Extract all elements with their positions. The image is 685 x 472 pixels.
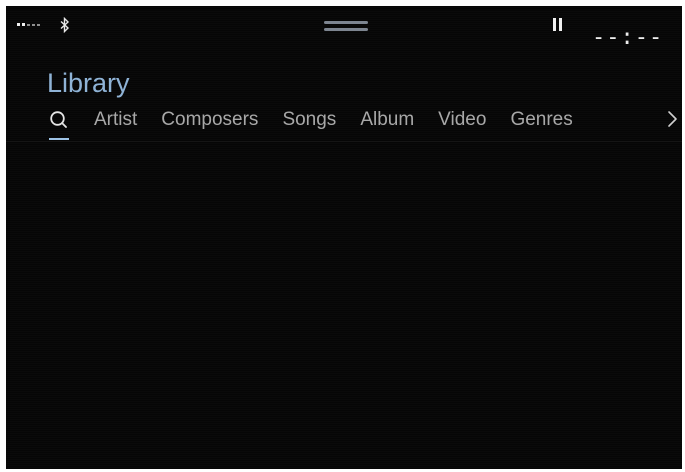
signal-strength-icon [17, 23, 40, 26]
media-screen: --:-- Library Artist Composers Songs Alb… [6, 6, 682, 469]
clock: --:-- [592, 25, 664, 50]
tab-album[interactable]: Album [360, 108, 414, 132]
tab-bar: Artist Composers Songs Album Video Genre… [42, 100, 597, 140]
search-icon [50, 111, 67, 128]
status-bar: --:-- [6, 6, 682, 62]
tab-genres[interactable]: Genres [510, 108, 572, 132]
tab-video[interactable]: Video [438, 108, 486, 132]
pause-icon[interactable] [553, 18, 565, 32]
chevron-right-icon[interactable] [666, 109, 678, 129]
tab-search[interactable] [42, 100, 70, 140]
tab-composers[interactable]: Composers [161, 108, 258, 132]
tab-songs[interactable]: Songs [282, 108, 336, 132]
drag-handle-icon[interactable] [324, 21, 368, 31]
page-title: Library [47, 68, 130, 98]
library-content-area [6, 142, 682, 469]
active-tab-indicator [49, 138, 69, 140]
tab-artist[interactable]: Artist [94, 108, 137, 132]
bluetooth-icon [60, 17, 70, 33]
